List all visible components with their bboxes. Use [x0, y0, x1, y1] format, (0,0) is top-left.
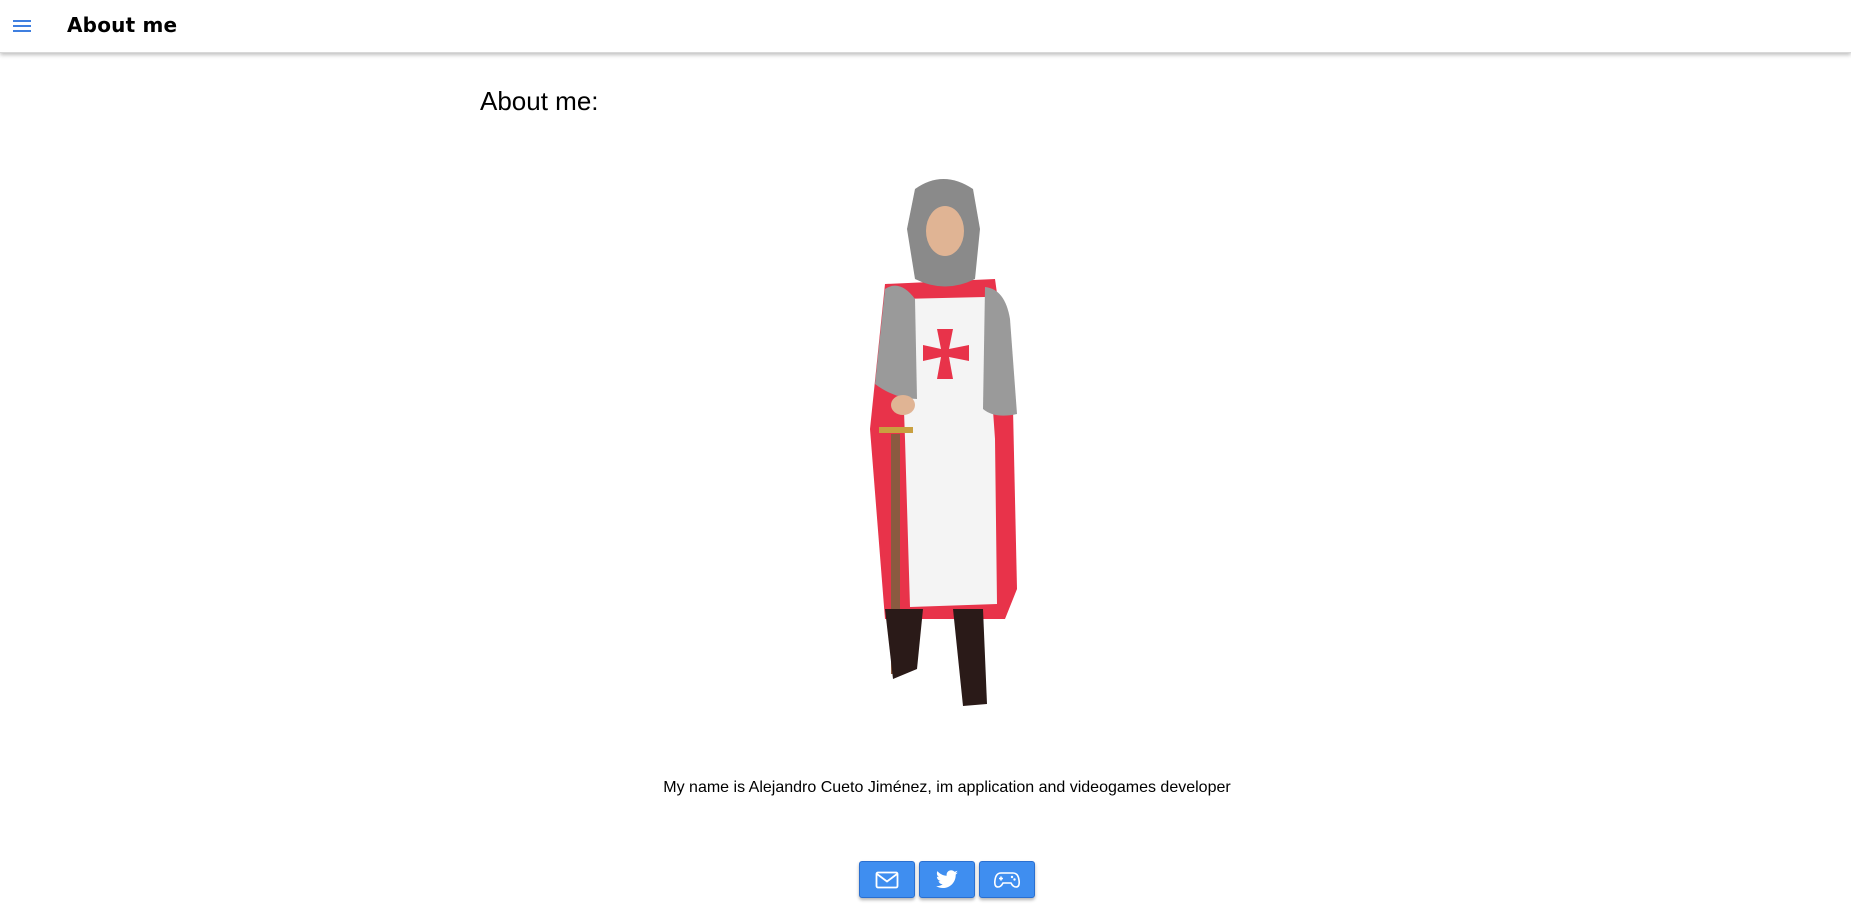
main-content: About me: My name is Alejandro Cueto Jim… [0, 53, 1851, 904]
social-buttons [859, 861, 1035, 898]
mail-button[interactable] [859, 861, 915, 898]
twitter-button[interactable] [919, 861, 975, 898]
top-toolbar: About me [0, 0, 1851, 53]
app-title: About me [67, 13, 178, 37]
gamepad-icon [994, 871, 1020, 888]
twitter-icon [936, 869, 958, 888]
menu-button[interactable] [6, 10, 38, 42]
games-button[interactable] [979, 861, 1035, 898]
bio-text: My name is Alejandro Cueto Jiménez, im a… [663, 779, 1231, 796]
page-heading: About me: [480, 86, 599, 116]
mail-icon [875, 871, 899, 888]
portrait-image [870, 179, 1017, 706]
hamburger-menu-icon [13, 20, 31, 32]
